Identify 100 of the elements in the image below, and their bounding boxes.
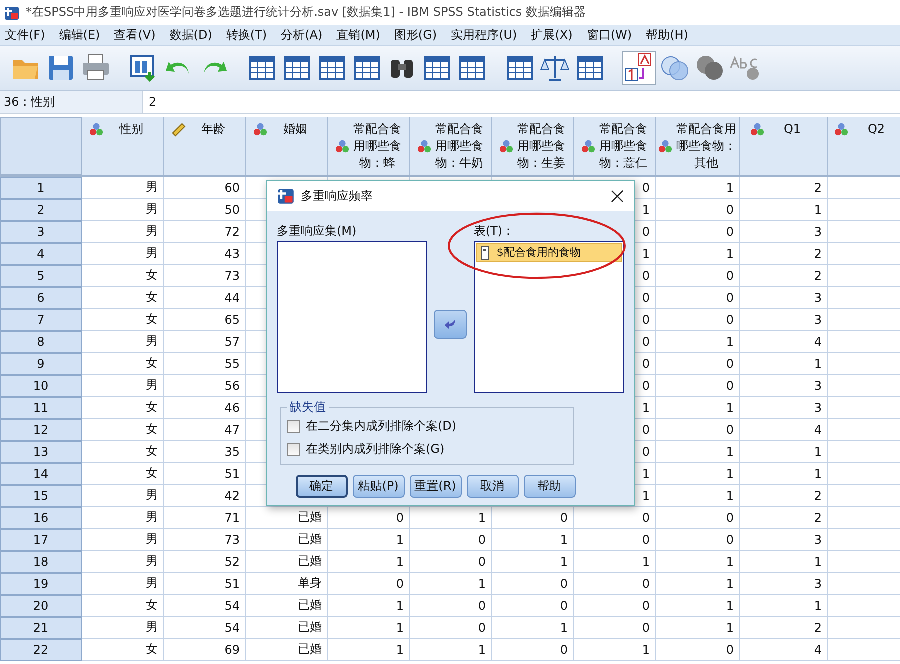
table-cell: 女 — [82, 639, 164, 661]
row-number[interactable]: 1 — [0, 177, 82, 199]
row-number[interactable]: 19 — [0, 573, 82, 595]
row-number[interactable]: 6 — [0, 287, 82, 309]
menu-item[interactable]: 转换(T) — [221, 26, 276, 44]
table-cell: 1 — [574, 551, 656, 573]
table-cell: 3 — [740, 309, 828, 331]
row-number[interactable]: 11 — [0, 397, 82, 419]
table-cell: 0 — [656, 199, 740, 221]
table-cell: 65 — [164, 309, 246, 331]
table-cell: 已婚 — [246, 639, 328, 661]
column-header[interactable]: 年龄 — [164, 117, 246, 175]
row-number[interactable]: 3 — [0, 221, 82, 243]
table-cell: 0 — [656, 419, 740, 441]
window-title: *在SPSS中用多重响应对医学问卷多选题进行统计分析.sav [数据集1] - IBM SPSS Statistics 数据编辑器 — [26, 4, 586, 21]
row-number[interactable]: 22 — [0, 639, 82, 661]
column-header[interactable]: 常配合食用哪些食物：其他 — [656, 117, 740, 175]
table-cell: 4 — [740, 639, 828, 661]
table-cell: 51 — [164, 463, 246, 485]
dialog-button[interactable]: 取消 — [466, 475, 518, 498]
column-header[interactable]: 性别 — [82, 117, 164, 175]
menu-item[interactable]: 实用程序(U) — [446, 26, 526, 44]
table-cell: 1 — [328, 551, 410, 573]
table-cell: 0 — [574, 617, 656, 639]
row-number[interactable]: 20 — [0, 595, 82, 617]
nominal-measure-icon — [416, 139, 432, 154]
dialog-button[interactable]: 确定 — [296, 475, 348, 498]
table-cell: 69 — [164, 639, 246, 661]
table-cell: 0 — [410, 551, 492, 573]
table-cell: 4 — [740, 331, 828, 353]
row-number[interactable]: 13 — [0, 441, 82, 463]
move-button[interactable] — [434, 310, 467, 338]
menu-item[interactable]: 查看(V) — [109, 26, 165, 44]
dialog-button[interactable]: 重置(R) — [410, 475, 462, 498]
close-icon[interactable] — [611, 190, 624, 202]
table-cell: 1 — [740, 441, 828, 463]
menu-item[interactable]: 帮助(H) — [641, 26, 698, 44]
list-item[interactable]: $配合食用的食物 — [476, 243, 622, 262]
row-number[interactable]: 14 — [0, 463, 82, 485]
column-header[interactable]: 常配合食用哪些食物：生姜 — [492, 117, 574, 175]
table-cell: 男 — [82, 551, 164, 573]
row-number[interactable]: 2 — [0, 199, 82, 221]
menu-item[interactable]: 窗口(W) — [582, 26, 642, 44]
column-header[interactable]: Q1 — [740, 117, 828, 175]
column-header[interactable]: Q2 — [828, 117, 900, 175]
row-number[interactable]: 4 — [0, 243, 82, 265]
table-cell: 1 — [740, 463, 828, 485]
row-number[interactable]: 17 — [0, 529, 82, 551]
table-cell: 56 — [164, 375, 246, 397]
column-header[interactable]: 婚姻 — [246, 117, 328, 175]
menu-item[interactable]: 编辑(E) — [54, 26, 110, 44]
row-number[interactable]: 15 — [0, 485, 82, 507]
dialog-button[interactable]: 帮助 — [524, 475, 576, 498]
column-header[interactable]: 常配合食用哪些食物：薏仁 — [574, 117, 656, 175]
menu-item[interactable]: 直销(M) — [332, 26, 390, 44]
row-number[interactable]: 16 — [0, 507, 82, 529]
table-cell: 女 — [82, 463, 164, 485]
menu-item[interactable]: 扩展(X) — [526, 26, 582, 44]
menu-item[interactable]: 文件(F) — [0, 26, 54, 44]
row-number[interactable]: 12 — [0, 419, 82, 441]
table-cell: 42 — [164, 485, 246, 507]
table-cell: 1 — [410, 573, 492, 595]
list-box[interactable]: $配合食用的食物 — [474, 241, 624, 393]
checkbox[interactable] — [287, 420, 300, 433]
table-cell: 男 — [82, 617, 164, 639]
table-cell: 71 — [164, 507, 246, 529]
row-number[interactable]: 7 — [0, 309, 82, 331]
table-cell: 1 — [492, 617, 574, 639]
menu-item[interactable]: 分析(A) — [276, 26, 332, 44]
checkbox-label: 在二分集内成列排除个案(D) — [306, 418, 457, 435]
row-number[interactable]: 10 — [0, 375, 82, 397]
cell-value-field[interactable]: 2 — [143, 95, 157, 109]
menu-item[interactable]: 图形(G) — [389, 26, 446, 44]
row-number[interactable]: 5 — [0, 265, 82, 287]
table-cell: 1 — [656, 573, 740, 595]
table-cell: 已婚 — [246, 551, 328, 573]
table-cell: 已婚 — [246, 507, 328, 529]
app-icon — [277, 187, 295, 205]
table-cell: 1 — [328, 529, 410, 551]
row-number[interactable]: 21 — [0, 617, 82, 639]
table-cell: 1 — [656, 243, 740, 265]
table-cell: 单身 — [246, 573, 328, 595]
table-cell: 男 — [82, 221, 164, 243]
value-labels-icon[interactable] — [622, 51, 656, 85]
table-cell: 73 — [164, 265, 246, 287]
dialog-button[interactable]: 粘贴(P) — [352, 475, 404, 498]
row-number[interactable]: 9 — [0, 353, 82, 375]
checkbox-label: 在类别内成列排除个案(G) — [306, 441, 445, 458]
table-cell: 0 — [656, 507, 740, 529]
column-header[interactable]: 常配合食用哪些食物：蜂 — [328, 117, 410, 175]
menu-item[interactable]: 数据(D) — [164, 26, 222, 44]
table-cell: 44 — [164, 287, 246, 309]
nominal-measure-icon — [334, 139, 350, 154]
list-label: 多重响应集(M) — [277, 223, 358, 237]
column-header[interactable]: 常配合食用哪些食物：牛奶 — [410, 117, 492, 175]
row-number[interactable]: 8 — [0, 331, 82, 353]
checkbox[interactable] — [287, 443, 300, 456]
nominal-measure-icon — [834, 122, 848, 137]
row-number[interactable]: 18 — [0, 551, 82, 573]
list-box[interactable] — [277, 241, 428, 393]
